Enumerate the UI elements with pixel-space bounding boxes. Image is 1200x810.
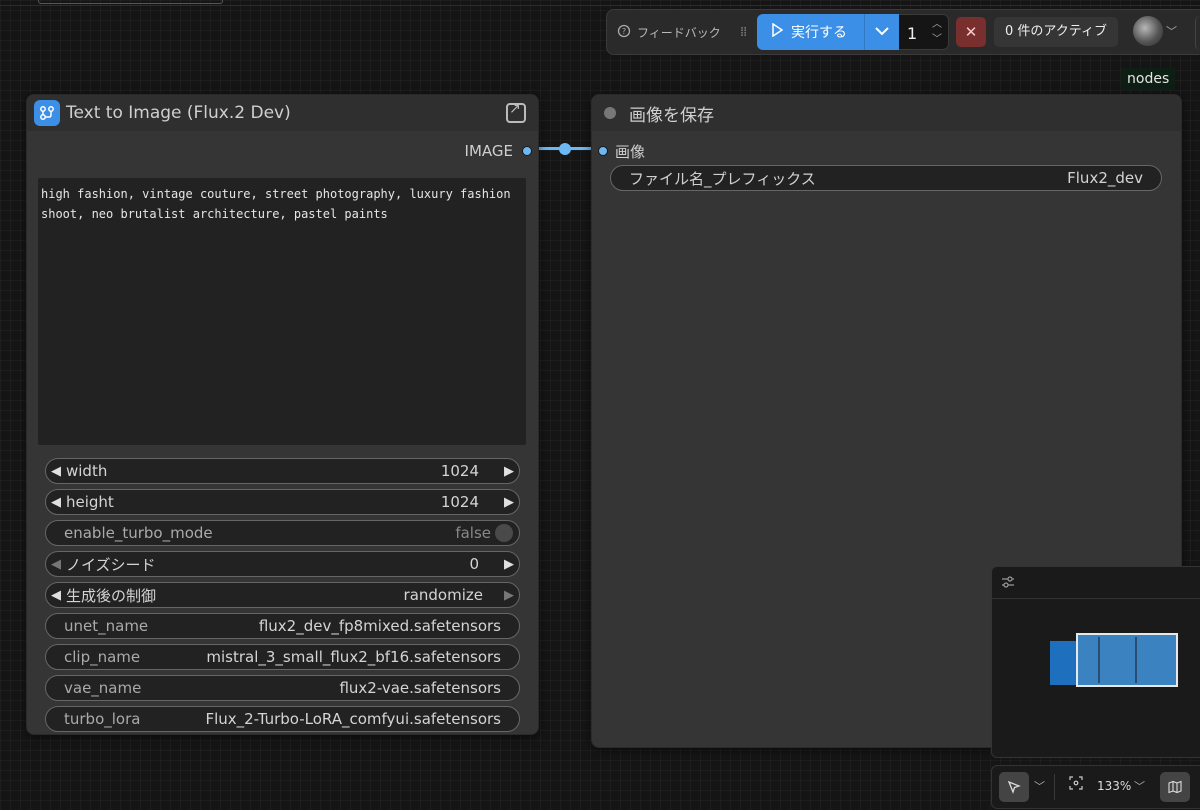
widget-value: randomize: [403, 586, 483, 604]
noise-seed-widget[interactable]: ◀ ノイズシード 0 ▶: [45, 551, 520, 577]
fit-view-icon[interactable]: [1066, 776, 1086, 796]
canvas-controls: ﹀ 133% ﹀: [991, 765, 1200, 809]
widget-value: 1024: [440, 493, 479, 511]
play-icon: [771, 22, 784, 41]
drag-grip-icon[interactable]: ⁞⁞: [740, 23, 750, 43]
widget-value: false: [455, 524, 491, 542]
clip-name-widget[interactable]: clip_name mistral_3_small_flux2_bf16.saf…: [45, 644, 520, 670]
increment-arrow-icon[interactable]: ▶: [499, 557, 519, 572]
prompt-textarea[interactable]: high fashion, vintage couture, street ph…: [38, 178, 526, 445]
nodes-label: nodes: [1121, 68, 1176, 90]
widget-label: unet_name: [64, 617, 149, 635]
clear-queue-button[interactable]: ✕: [956, 17, 986, 47]
toggle-switch[interactable]: [495, 524, 513, 542]
cursor-icon: [1007, 779, 1021, 795]
chevron-down-icon[interactable]: ﹀: [1134, 778, 1145, 794]
feedback-label: フィードバック: [637, 25, 721, 40]
increment-arrow-icon[interactable]: ▶: [499, 464, 519, 479]
widget-label: width: [66, 462, 108, 480]
widget-value: flux2_dev_fp8mixed.safetensors: [258, 617, 501, 635]
active-jobs-button[interactable]: 0 件のアクティブ: [994, 17, 1118, 47]
collapse-dot-icon[interactable]: [604, 107, 616, 119]
minimap-viewport[interactable]: [1076, 633, 1178, 687]
widget-label: turbo_lora: [64, 710, 141, 728]
run-button-group: 実行する: [757, 14, 899, 50]
expand-icon[interactable]: [506, 101, 526, 123]
increment-icon[interactable]: ︿: [930, 18, 944, 32]
svg-text:?: ?: [622, 27, 626, 36]
width-widget[interactable]: ◀ width 1024 ▶: [45, 458, 520, 484]
widget-label: enable_turbo_mode: [64, 524, 213, 542]
widget-label: ノイズシード: [66, 555, 156, 574]
decrement-arrow-icon[interactable]: ◀: [46, 588, 66, 603]
minimap-toggle-button[interactable]: [1160, 772, 1190, 802]
queue-toolbar: ? フィードバック ⁞⁞ 実行する 1 ︿ ﹀ ✕ 0 件のアクティブ ﹀: [606, 9, 1200, 55]
output-label: IMAGE: [464, 142, 513, 160]
feedback-button[interactable]: ? フィードバック: [617, 21, 721, 43]
input-label: 画像: [615, 143, 646, 161]
run-mode-dropdown[interactable]: [865, 14, 899, 50]
decrement-arrow-icon[interactable]: ◀: [46, 464, 66, 479]
zoom-level[interactable]: 133%: [1097, 779, 1131, 793]
run-button[interactable]: 実行する: [757, 14, 865, 50]
node-title: Text to Image (Flux.2 Dev): [66, 103, 291, 123]
increment-arrow-icon[interactable]: ▶: [499, 495, 519, 510]
tab-fragment[interactable]: [38, 0, 223, 4]
turbo-mode-toggle[interactable]: enable_turbo_mode false: [45, 520, 520, 546]
node-title-bar[interactable]: Text to Image (Flux.2 Dev): [27, 95, 538, 131]
widget-label: ファイル名_プレフィックス: [629, 169, 816, 188]
widget-label: vae_name: [64, 679, 142, 697]
chevron-down-icon[interactable]: ﹀: [1034, 778, 1045, 794]
vae-name-widget[interactable]: vae_name flux2-vae.safetensors: [45, 675, 520, 701]
map-icon: [1168, 779, 1182, 795]
turbo-lora-widget[interactable]: turbo_lora Flux_2-Turbo-LoRA_comfyui.saf…: [45, 706, 520, 732]
select-tool-button[interactable]: [999, 772, 1029, 802]
node-title: 画像を保存: [629, 105, 714, 126]
minimap-panel[interactable]: [991, 566, 1200, 758]
height-widget[interactable]: ◀ height 1024 ▶: [45, 489, 520, 515]
chevron-down-icon: [875, 24, 889, 40]
decrement-arrow-icon[interactable]: ◀: [46, 495, 66, 510]
minimap-divider: [1098, 637, 1100, 683]
feedback-icon: ?: [617, 24, 631, 41]
increment-arrow-icon[interactable]: ▶: [499, 588, 519, 603]
decrement-icon[interactable]: ﹀: [930, 33, 944, 47]
avatar[interactable]: [1133, 16, 1163, 46]
output-slot[interactable]: [522, 146, 532, 156]
batch-count-input[interactable]: 1 ︿ ﹀: [899, 14, 949, 50]
widget-value: Flux2_dev: [1067, 169, 1143, 187]
widget-label: height: [66, 493, 114, 511]
filename-prefix-widget[interactable]: ファイル名_プレフィックス Flux2_dev: [610, 165, 1162, 191]
chevron-down-icon[interactable]: ﹀: [1166, 23, 1177, 39]
node-title-bar[interactable]: 画像を保存: [592, 95, 1181, 131]
widget-label: clip_name: [64, 648, 141, 666]
divider: [1054, 774, 1055, 800]
unet-name-widget[interactable]: unet_name flux2_dev_fp8mixed.safetensors: [45, 613, 520, 639]
widget-value: mistral_3_small_flux2_bf16.safetensors: [206, 648, 501, 666]
widget-label: 生成後の制御: [66, 586, 157, 605]
widget-value: 1024: [440, 462, 479, 480]
top-strip: [0, 0, 1200, 6]
overflow-button[interactable]: [1195, 16, 1200, 50]
minimap-divider: [1135, 637, 1137, 683]
link-midpoint-handle[interactable]: [559, 143, 571, 155]
batch-count-value: 1: [907, 24, 918, 43]
control-after-generate-widget[interactable]: ◀ 生成後の制御 randomize ▶: [45, 582, 520, 608]
run-label: 実行する: [791, 25, 847, 41]
text-to-image-node[interactable]: Text to Image (Flux.2 Dev) IMAGE high fa…: [26, 94, 539, 735]
widget-value: 0: [469, 555, 479, 573]
close-icon: ✕: [964, 23, 978, 41]
subgraph-icon: [34, 100, 60, 126]
minimap-header: [992, 567, 1200, 599]
input-slot[interactable]: [598, 146, 608, 156]
widget-value: Flux_2-Turbo-LoRA_comfyui.safetensors: [205, 710, 501, 728]
settings-sliders-icon[interactable]: [1001, 576, 1015, 593]
decrement-arrow-icon[interactable]: ◀: [46, 557, 66, 572]
widget-value: flux2-vae.safetensors: [339, 679, 501, 697]
